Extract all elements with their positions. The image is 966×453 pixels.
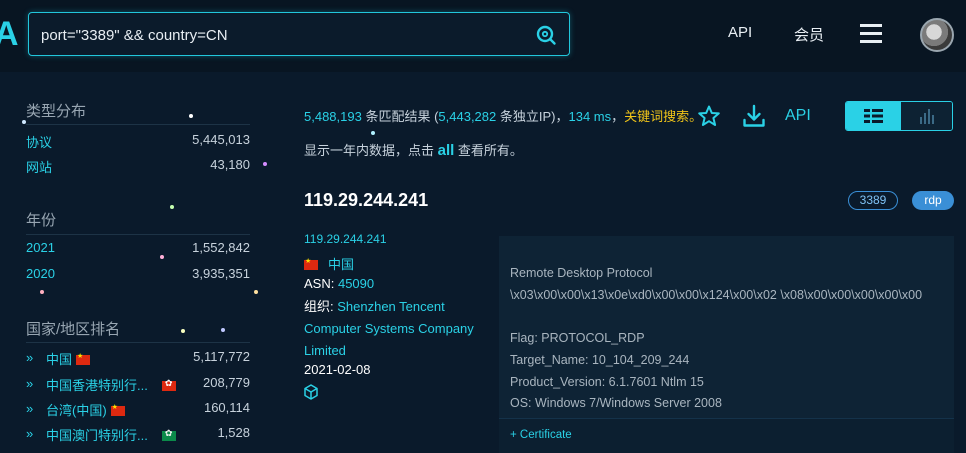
show-all-link[interactable]: all xyxy=(438,142,455,159)
list-view-button[interactable] xyxy=(846,102,901,130)
chevron-right-icon: » xyxy=(26,401,33,416)
cube-icon[interactable] xyxy=(304,384,318,400)
nav-api-link[interactable]: API xyxy=(728,24,752,41)
particle-dot xyxy=(221,328,225,332)
search-icon[interactable] xyxy=(535,24,557,46)
chevron-right-icon: » xyxy=(26,426,33,441)
host-date: 2021-02-08 xyxy=(304,362,371,377)
host-ip-title[interactable]: 119.29.244.241 xyxy=(304,190,428,211)
year-title: 年份 xyxy=(26,212,57,229)
view-toggle xyxy=(845,101,953,131)
chevron-right-icon: » xyxy=(26,350,33,365)
type-item-label[interactable]: 协议 xyxy=(26,132,52,151)
country-item-label[interactable]: 中国 xyxy=(46,349,91,368)
country-item-value: 160,114 xyxy=(203,400,250,415)
banner-text: Remote Desktop Protocol \x03\x00\x00\x13… xyxy=(510,266,923,432)
certificate-toggle[interactable]: + Certificate xyxy=(510,429,572,441)
country-item-label[interactable]: 中国香港特别行... xyxy=(46,375,176,394)
country-item-value: 208,779 xyxy=(203,375,250,390)
particle-dot xyxy=(371,131,375,135)
type-item-value: 5,445,013 xyxy=(192,132,250,147)
country-item-value: 5,117,772 xyxy=(193,349,250,364)
service-banner: Remote Desktop Protocol \x03\x00\x00\x13… xyxy=(499,236,954,432)
year-item-label[interactable]: 2021 xyxy=(26,240,55,255)
country-item-label[interactable]: 台湾(中国) xyxy=(46,400,125,419)
country-item[interactable]: » 中国香港特别行... 208,779 xyxy=(26,375,250,395)
year-item-label[interactable]: 2020 xyxy=(26,266,55,281)
list-view-icon xyxy=(864,109,883,123)
host-org: 组织: Shenzhen Tencent Computer Systems Co… xyxy=(304,299,474,358)
hamburger-menu-icon[interactable] xyxy=(860,24,882,44)
type-item-website[interactable]: 网站 43,180 xyxy=(26,157,250,177)
china-flag-icon xyxy=(110,403,125,416)
particle-dot xyxy=(40,290,44,294)
search-box[interactable] xyxy=(28,12,570,56)
host-asn: ASN: 45090 xyxy=(304,276,375,291)
country-ranking-title: 国家/地区排名 xyxy=(26,321,121,338)
china-flag-icon xyxy=(304,257,318,270)
download-icon[interactable] xyxy=(742,104,766,128)
divider xyxy=(26,234,250,235)
certificate-bar: + Certificate xyxy=(499,418,954,453)
year-item-value: 3,935,351 xyxy=(192,266,250,281)
protocol-tag[interactable]: rdp xyxy=(912,191,954,210)
divider xyxy=(26,342,250,343)
particle-dot xyxy=(189,114,193,118)
particle-dot xyxy=(160,255,164,259)
divider xyxy=(26,124,250,125)
country-item[interactable]: » 台湾(中国) 160,114 xyxy=(26,400,250,420)
type-item-label[interactable]: 网站 xyxy=(26,157,52,176)
type-item-value: 43,180 xyxy=(210,157,250,172)
particle-dot xyxy=(170,205,174,209)
china-flag-icon xyxy=(76,352,91,365)
chevron-right-icon: » xyxy=(26,376,33,391)
avatar[interactable] xyxy=(920,18,954,52)
type-distribution-title: 类型分布 xyxy=(26,103,87,120)
particle-dot xyxy=(263,162,267,166)
country-item[interactable]: » 中国澳门特别行... 1,528 xyxy=(26,425,250,445)
hong-kong-flag-icon xyxy=(161,378,176,391)
search-input[interactable] xyxy=(41,23,521,47)
particle-dot xyxy=(181,329,185,333)
particle-dot xyxy=(254,290,258,294)
year-item-value: 1,552,842 xyxy=(192,240,250,255)
country-item[interactable]: » 中国 5,117,772 xyxy=(26,349,250,369)
host-ip-link[interactable]: 119.29.244.241 xyxy=(304,232,387,246)
year-item-2020[interactable]: 2020 3,935,351 xyxy=(26,266,250,286)
macau-flag-icon xyxy=(161,428,176,441)
host-country[interactable]: 中国 xyxy=(304,254,354,273)
year-item-2021[interactable]: 2021 1,552,842 xyxy=(26,240,250,260)
asn-link[interactable]: 45090 xyxy=(338,276,374,291)
nav-member-link[interactable]: 会员 xyxy=(794,24,824,45)
top-bar: A API 会员 xyxy=(0,0,966,72)
star-icon[interactable] xyxy=(697,104,721,128)
results-note: 显示一年内数据，点击 all 查看所有。 xyxy=(304,142,523,159)
keyword-search-link[interactable]: 关键词搜索。 xyxy=(624,109,702,124)
country-item-label[interactable]: 中国澳门特别行... xyxy=(46,425,176,444)
bar-chart-icon xyxy=(920,109,934,124)
port-tag[interactable]: 3389 xyxy=(848,191,898,210)
country-item-value: 1,528 xyxy=(217,425,250,440)
type-item-protocol[interactable]: 协议 5,445,013 xyxy=(26,132,250,152)
particle-dot xyxy=(22,120,26,124)
chart-view-button[interactable] xyxy=(901,102,952,130)
results-summary: 5,488,193 条匹配结果 (5,443,282 条独立IP)，134 ms… xyxy=(304,109,703,124)
api-button[interactable]: API xyxy=(785,107,811,125)
logo[interactable]: A xyxy=(0,14,19,54)
